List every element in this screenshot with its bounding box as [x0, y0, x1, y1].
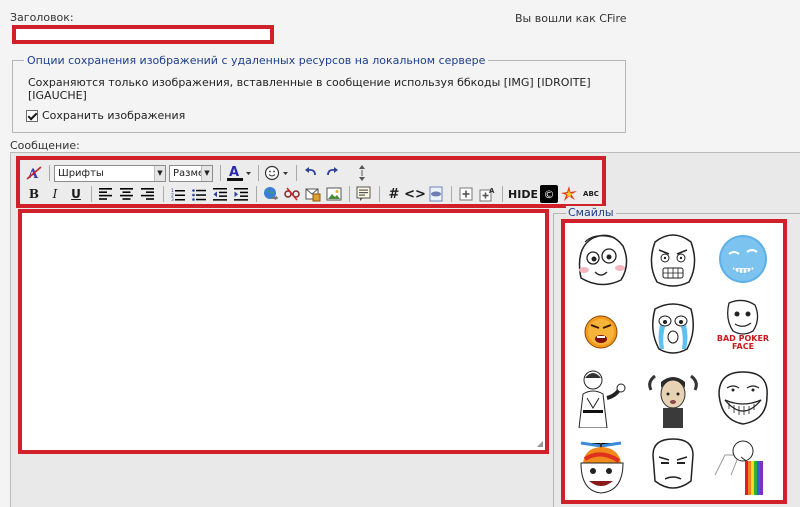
image-save-options-description: Сохраняются только изображения, вставлен… [28, 76, 591, 102]
toolbar-separator [258, 165, 259, 181]
title-input[interactable] [12, 25, 274, 44]
smilies-legend: Смайлы [566, 206, 616, 219]
expand-icon[interactable] [456, 184, 476, 204]
align-right-icon[interactable] [138, 184, 158, 204]
save-images-label: Сохранить изображения [42, 109, 186, 122]
spellcheck-icon[interactable]: ABC [580, 184, 602, 204]
font-family-select[interactable]: Шрифты ▼ [54, 164, 166, 182]
title-label: Заголовок: [10, 11, 74, 24]
trollface-smiley[interactable] [713, 366, 773, 428]
toolbar-separator [220, 165, 221, 181]
image-save-options-legend: Опции сохранения изображений с удаленных… [24, 54, 489, 67]
hide-button[interactable]: HIDE [507, 184, 539, 204]
undo-icon[interactable] [301, 163, 321, 183]
toolbar-separator [451, 186, 452, 202]
font-size-value: Разме [173, 167, 205, 179]
toolbar-separator [163, 186, 164, 202]
forever-alone-smiley[interactable] [713, 228, 773, 290]
align-center-icon[interactable] [117, 184, 137, 204]
save-images-checkbox[interactable] [26, 109, 38, 122]
svg-text:A: A [229, 165, 239, 180]
font-family-value: Шрифты [58, 167, 104, 179]
toolbar-separator [256, 186, 257, 202]
crying-smiley[interactable] [643, 297, 703, 359]
karate-smiley[interactable] [571, 366, 631, 429]
toolbar-separator [379, 186, 380, 202]
chevron-down-icon: ▼ [201, 165, 212, 181]
spoiler-burst-icon[interactable] [559, 184, 579, 204]
remove-format-icon[interactable]: A [24, 163, 44, 183]
remove-link-icon[interactable] [282, 184, 302, 204]
toolbar-separator [349, 186, 350, 202]
font-size-select[interactable]: Разме ▼ [169, 164, 213, 182]
message-label: Сообщение: [10, 139, 80, 152]
italic-icon[interactable]: I [45, 184, 65, 204]
resize-grip-icon[interactable]: ◢ [537, 439, 543, 448]
angry-orange-smiley[interactable] [571, 297, 631, 359]
message-textarea[interactable]: ◢ [18, 209, 549, 454]
propeller-cap-smiley[interactable] [571, 435, 631, 497]
toolbar-spacer [347, 165, 348, 181]
code-icon[interactable]: <> [404, 184, 426, 204]
underline-icon[interactable]: U [66, 184, 86, 204]
toolbar-separator [502, 186, 503, 202]
outdent-icon[interactable] [210, 184, 230, 204]
copyright-icon[interactable]: © [540, 185, 558, 203]
svg-text:3: 3 [171, 197, 174, 201]
jackie-chan-smiley[interactable] [643, 366, 703, 428]
emoticon-picker-button[interactable] [263, 163, 291, 183]
rainbow-puke-smiley[interactable] [713, 435, 773, 497]
svg-text:A: A [489, 187, 495, 195]
logged-in-status: Вы вошли как CFire [515, 12, 627, 25]
insert-image-icon[interactable] [324, 184, 344, 204]
insert-email-icon[interactable] [303, 184, 323, 204]
font-size-up-icon[interactable]: A [477, 184, 497, 204]
insert-link-icon[interactable] [261, 184, 281, 204]
editor-toolbar: A Шрифты ▼ Разме ▼ A B I [16, 156, 606, 208]
align-left-icon[interactable] [96, 184, 116, 204]
font-color-button[interactable]: A [225, 163, 253, 183]
bad-poker-face-smiley[interactable]: BAD POKER FACE [713, 297, 773, 359]
toolbar-separator [296, 165, 297, 181]
bold-icon[interactable]: B [24, 184, 44, 204]
numbered-list-icon[interactable]: 123 [168, 184, 188, 204]
fuuu-smiley[interactable] [643, 228, 703, 290]
quote-icon[interactable] [354, 184, 374, 204]
save-images-option[interactable]: Сохранить изображения [26, 109, 185, 122]
bulleted-list-icon[interactable] [189, 184, 209, 204]
hash-icon[interactable]: # [384, 184, 404, 204]
poker-face-caption: BAD POKER FACE [716, 334, 770, 351]
indent-icon[interactable] [231, 184, 251, 204]
derp-smiley[interactable] [571, 228, 631, 290]
smilies-panel: BAD POKER FACE [561, 219, 787, 504]
toolbar-separator [91, 186, 92, 202]
redo-icon[interactable] [322, 163, 342, 183]
php-code-icon[interactable] [426, 184, 446, 204]
are-you-serious-smiley[interactable] [643, 435, 703, 497]
toggle-editor-height-icon[interactable] [352, 163, 372, 183]
toolbar-separator [49, 165, 50, 181]
chevron-down-icon: ▼ [154, 165, 165, 181]
